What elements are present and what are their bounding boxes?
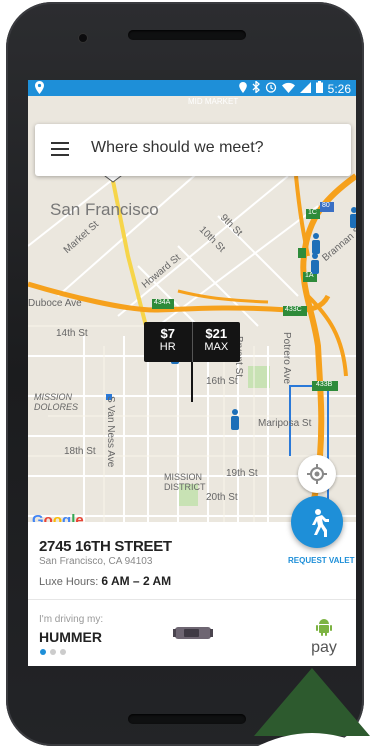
vehicle-pager[interactable] [40, 649, 66, 655]
pager-dot-active[interactable] [40, 649, 46, 655]
map-label-city: San Francisco [50, 200, 159, 219]
exit-1c-sign: 1C [308, 209, 317, 216]
signal-icon [299, 81, 311, 96]
street-address: 2745 16TH STREET [39, 538, 172, 555]
location-pin-icon [238, 81, 247, 96]
map-label-duboce-ave: Duboce Ave [28, 298, 82, 309]
android-icon [316, 619, 332, 636]
app-screen: 5:26 San Francisco Market St Howard St 9… [28, 80, 356, 666]
exit-433b-sign: 433B [316, 381, 333, 388]
map-label-potrero-ave: Potrero Ave [281, 332, 292, 385]
exit-434a-sign: 434A [154, 299, 171, 306]
max-price: $21 MAX [191, 322, 241, 362]
my-location-button[interactable] [298, 455, 336, 493]
map-label-16th-st: 16th St [206, 376, 238, 387]
hourly-price: $7 HR [144, 322, 192, 362]
hourly-price-amount: $7 [160, 326, 175, 341]
hourly-price-label: HR [159, 341, 176, 353]
hours-label: Luxe Hours: [39, 576, 99, 588]
search-bar[interactable]: Where should we meet? [35, 124, 351, 176]
request-valet-button[interactable] [291, 496, 343, 548]
my-location-icon [307, 464, 327, 484]
map-label-19th-st: 19th St [226, 468, 258, 479]
android-pay[interactable]: pay [304, 618, 344, 657]
price-marker-pin [191, 362, 193, 402]
status-bar: 5:26 [28, 80, 356, 96]
map-label-mission-district: MISSION DISTRICT [164, 472, 206, 492]
camera-lens [79, 34, 87, 42]
vehicle-name[interactable]: HUMMER [39, 629, 102, 645]
highway-80-shield: 80 [322, 202, 330, 209]
search-input[interactable]: Where should we meet? [91, 139, 264, 157]
bluetooth-icon [252, 80, 260, 96]
exit-1a-sign: 1A [305, 272, 314, 279]
map-label-18th-st: 18th St [64, 446, 96, 457]
exit-433c-sign: 433C [285, 306, 302, 313]
hours-value: 6 AM – 2 AM [101, 574, 172, 588]
decorative-triangle [254, 668, 370, 748]
earpiece-speaker [128, 30, 246, 40]
battery-icon [315, 81, 323, 96]
pager-dot[interactable] [60, 649, 66, 655]
request-valet-label[interactable]: REQUEST VALET [288, 556, 355, 565]
walking-person-icon [312, 509, 329, 537]
map-label-mid-market: MID MARKET [188, 97, 239, 106]
pay-label: pay [311, 639, 337, 656]
wifi-icon [281, 82, 295, 96]
price-marker[interactable]: $7 HR $21 MAX [144, 322, 240, 362]
alarm-icon [265, 81, 277, 96]
status-time: 5:26 [327, 81, 351, 96]
menu-icon[interactable] [51, 142, 69, 156]
map-label-s-van-ness: S Van Ness Ave [105, 396, 116, 468]
luxe-hours: Luxe Hours: 6 AM – 2 AM [39, 574, 171, 588]
map-label-14th-st: 14th St [56, 328, 88, 339]
pager-dot[interactable] [50, 649, 56, 655]
map-label-20th-st: 20th St [206, 492, 238, 503]
location-pin-icon [35, 81, 44, 97]
car-icon[interactable] [173, 623, 213, 648]
map-label-mission-dolores: MISSION DOLORES [34, 392, 79, 412]
city-address: San Francisco, CA 94103 [39, 556, 153, 567]
bottom-speaker [128, 714, 246, 724]
driving-label: I'm driving my: [39, 614, 104, 625]
map-label-mariposa-st: Mariposa St [258, 418, 312, 429]
max-price-amount: $21 [205, 326, 228, 341]
max-price-label: MAX [204, 341, 229, 353]
